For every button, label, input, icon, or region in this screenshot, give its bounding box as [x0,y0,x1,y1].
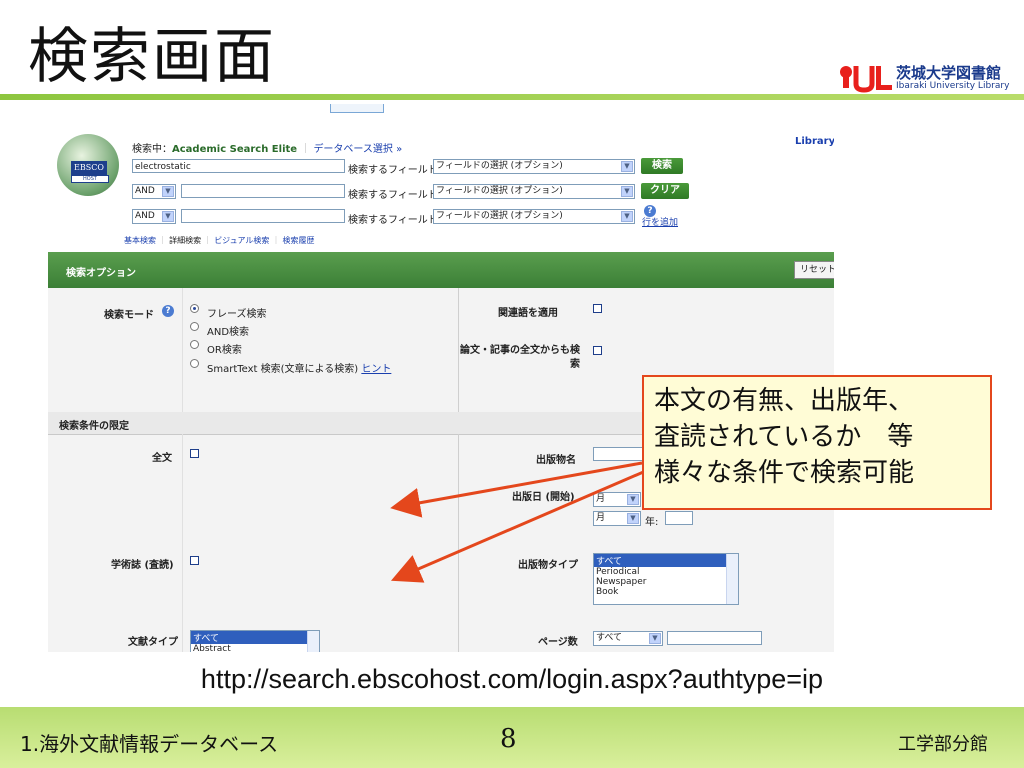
page-number: 8 [500,724,517,754]
ebsco-url: http://search.ebscohost.com/login.aspx?a… [200,664,824,694]
arrow-to-peer-review [390,468,649,583]
callout-line-3: 様々な条件で検索可能 [654,458,915,488]
callout-box: 本文の有無、出版年、 査読されているか 等 様々な条件で検索可能 [642,375,992,510]
arrow-to-pubdate [390,461,643,518]
callout-line-1: 本文の有無、出版年、 [654,386,915,416]
footer-section-title: 1.海外文献情報データベース [20,732,279,756]
footer-department: 工学部分館 [898,734,988,755]
callout-line-2: 査読されているか 等 [654,422,914,452]
